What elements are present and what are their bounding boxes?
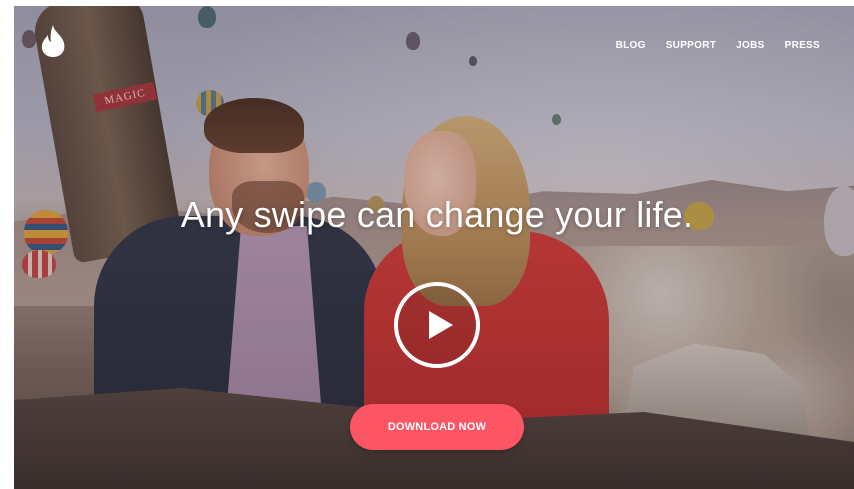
nav-support[interactable]: SUPPORT [666, 40, 716, 51]
top-nav: BLOG SUPPORT JOBS PRESS [616, 40, 820, 51]
nav-blog[interactable]: BLOG [616, 40, 646, 51]
nav-jobs[interactable]: JOBS [736, 40, 764, 51]
flame-icon[interactable] [40, 24, 66, 58]
play-icon[interactable] [393, 281, 481, 369]
download-now-button[interactable]: DOWNLOAD NOW [350, 404, 524, 450]
nav-press[interactable]: PRESS [785, 40, 820, 51]
hero-headline: Any swipe can change your life. [180, 194, 694, 235]
